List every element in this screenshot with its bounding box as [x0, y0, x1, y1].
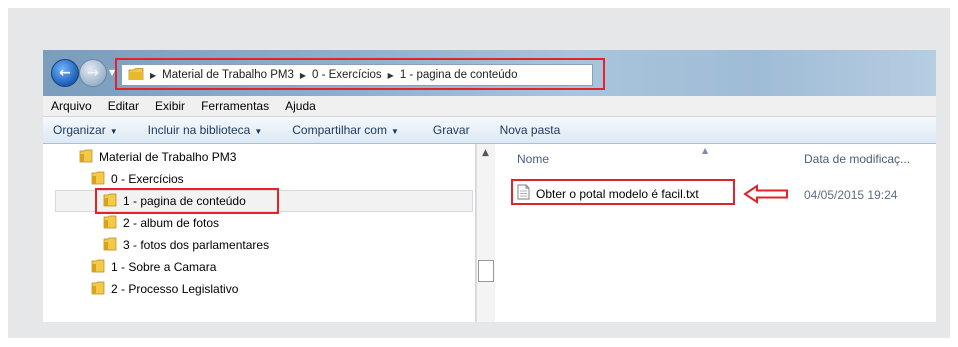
menu-exibir[interactable]: Exibir [147, 99, 193, 113]
chevron-down-icon: ▼ [254, 127, 263, 136]
highlight-box-file [511, 179, 735, 205]
tree-item-exercicios[interactable]: 0 - Exercícios [91, 168, 184, 190]
folder-icon [79, 149, 93, 166]
tree-item-label: 0 - Exercícios [111, 172, 184, 186]
explorer-window: ← → ▼ ▶ Material de Trabalho PM3 ▶ 0 - E… [43, 50, 936, 322]
back-arrow-icon: ← [59, 65, 71, 81]
scrollbar-thumb[interactable] [478, 260, 494, 282]
forward-button[interactable]: → [79, 59, 107, 87]
burn-label: Gravar [432, 123, 470, 137]
tree-item-sobre-camara[interactable]: 1 - Sobre a Camara [91, 256, 216, 278]
file-list-pane: ▲ Nome Data de modificaç... Obter o pota… [495, 144, 936, 322]
tree-item-label: 2 - Processo Legislativo [111, 282, 239, 296]
tree-item-label: 3 - fotos dos parlamentares [123, 238, 270, 252]
tree-item-label: 1 - Sobre a Camara [111, 260, 217, 274]
folder-icon [91, 171, 105, 188]
menu-editar[interactable]: Editar [100, 99, 147, 113]
share-button[interactable]: Compartilhar com ▼ [292, 123, 399, 137]
menu-ferramentas[interactable]: Ferramentas [193, 99, 277, 113]
folder-icon [103, 215, 117, 232]
red-arrow-icon [743, 184, 789, 208]
include-library-label: Incluir na biblioteca [147, 123, 251, 137]
scroll-up-icon[interactable]: ▲ [482, 148, 489, 158]
include-library-button[interactable]: Incluir na biblioteca ▼ [148, 123, 263, 137]
sort-ascending-icon: ▲ [702, 146, 709, 155]
menu-arquivo[interactable]: Arquivo [43, 99, 100, 113]
new-folder-label: Nova pasta [499, 123, 561, 137]
menu-bar: Arquivo Editar Exibir Ferramentas Ajuda [43, 96, 936, 117]
menu-ajuda[interactable]: Ajuda [277, 99, 324, 113]
tree-item-processo-legislativo[interactable]: 2 - Processo Legislativo [91, 278, 238, 300]
new-folder-button[interactable]: Nova pasta [500, 123, 561, 137]
tree-item-label: 2 - album de fotos [123, 216, 220, 230]
burn-button[interactable]: Gravar [433, 123, 470, 137]
tree-item-fotos-parlamentares[interactable]: 3 - fotos dos parlamentares [103, 234, 269, 256]
organize-button[interactable]: Organizar ▼ [53, 123, 118, 137]
chevron-down-icon: ▼ [390, 127, 399, 136]
highlight-box-address [115, 58, 605, 90]
command-bar: Organizar ▼ Incluir na biblioteca ▼ Compar… [43, 117, 936, 144]
back-button[interactable]: ← [51, 59, 79, 87]
column-header-name[interactable]: Nome [517, 152, 549, 166]
folder-icon [103, 237, 117, 254]
column-header-date[interactable]: Data de modificaç... [804, 152, 910, 166]
forward-arrow-icon: → [87, 65, 99, 81]
title-bar: ← → ▼ ▶ Material de Trabalho PM3 ▶ 0 - E… [43, 50, 936, 96]
folder-icon [91, 281, 105, 298]
file-date: 04/05/2015 19:24 [804, 188, 898, 202]
navigation-scrollbar[interactable]: ▲ [476, 144, 495, 322]
highlight-box-folder [95, 188, 279, 214]
chevron-down-icon: ▼ [109, 127, 118, 136]
tree-item-label: Material de Trabalho PM3 [99, 150, 237, 164]
tree-item-album-fotos[interactable]: 2 - album de fotos [103, 212, 219, 234]
tree-item-material[interactable]: Material de Trabalho PM3 [79, 146, 236, 168]
organize-label: Organizar [53, 123, 106, 137]
share-label: Compartilhar com [292, 123, 387, 137]
navigation-pane: Material de Trabalho PM3 0 - Exercícios … [43, 144, 476, 322]
folder-icon [91, 259, 105, 276]
